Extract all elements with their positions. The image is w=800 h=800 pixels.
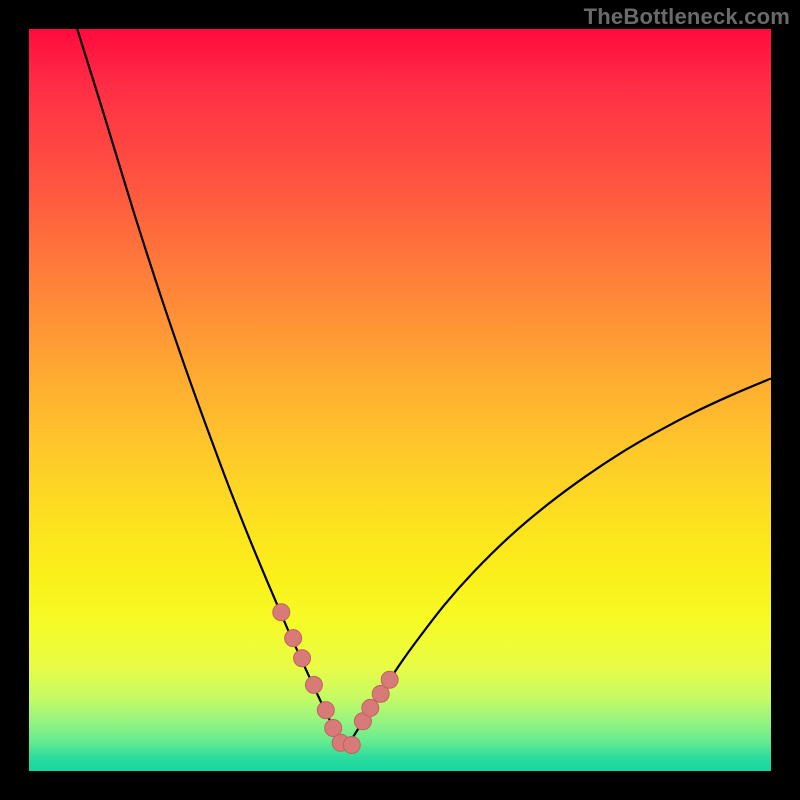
marker-point (294, 650, 311, 667)
marker-point (285, 630, 302, 647)
curve-overlay (29, 29, 771, 771)
marker-point (362, 699, 379, 716)
curve-right-branch (344, 378, 771, 750)
marker-point (273, 604, 290, 621)
marker-point (343, 737, 360, 754)
marker-point (381, 671, 398, 688)
marker-point (317, 702, 334, 719)
curve-left-branch (77, 29, 344, 750)
watermark-label: TheBottleneck.com (584, 4, 790, 30)
plot-area (29, 29, 771, 771)
marker-group (273, 604, 398, 754)
marker-point (325, 719, 342, 736)
chart-frame: TheBottleneck.com (0, 0, 800, 800)
marker-point (305, 676, 322, 693)
